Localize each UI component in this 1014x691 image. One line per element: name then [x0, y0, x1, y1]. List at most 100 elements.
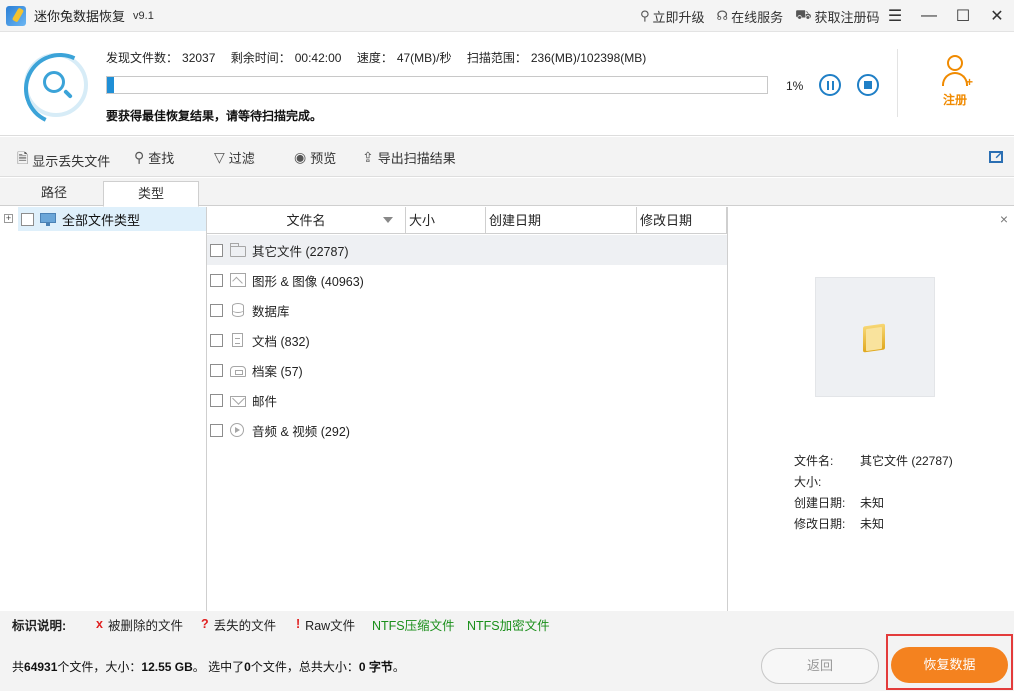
share-arrow: ↗	[994, 148, 1005, 162]
folder-icon	[230, 242, 246, 257]
row-checkbox[interactable]	[210, 273, 223, 287]
tree-checkbox[interactable]	[21, 212, 34, 226]
legend-raw: ! Raw文件	[296, 615, 355, 634]
minimize-button[interactable]: —	[912, 0, 946, 32]
row-checkbox[interactable]	[210, 423, 223, 437]
status-total-size: 12.55 GB	[141, 660, 193, 674]
list-item-label: 文档 (832)	[252, 334, 310, 349]
view-tabs: 路径 类型	[0, 178, 1014, 207]
remaining-label: 剩余时间：	[230, 51, 291, 65]
list-item[interactable]: 档案 (57)	[207, 355, 727, 385]
register-label: 注册	[942, 93, 967, 107]
speed-value: 47(MB)/秒	[396, 51, 452, 65]
found-label: 发现文件数：	[106, 51, 179, 65]
status-bar: 共64931个文件，大小：12.55 GB。 选中了0个文件，总共大小：0 字节…	[0, 634, 1014, 691]
user-add-icon: +	[940, 53, 974, 89]
preview-button[interactable]: ◉ 预览	[294, 148, 336, 167]
tree-expand-toggle[interactable]: +	[4, 214, 13, 223]
online-service-link[interactable]: ☊ 在线服务	[717, 7, 784, 26]
upgrade-link[interactable]: ⚲ 立即升级	[640, 7, 705, 26]
recover-button-highlight: 恢复数据	[886, 634, 1013, 690]
list-item[interactable]: 文档 (832)	[207, 325, 727, 355]
list-item[interactable]: 数据库	[207, 295, 727, 325]
row-checkbox[interactable]	[210, 393, 223, 407]
row-checkbox[interactable]	[210, 243, 223, 257]
preview-close-button[interactable]: ×	[1000, 211, 1008, 227]
preview-info: 文件名: 其它文件 (22787) 大小: 创建日期: 未知 修改日期: 未知	[794, 450, 953, 534]
list-item[interactable]: 其它文件 (22787)	[207, 235, 727, 265]
filter-icon: ▽	[214, 149, 225, 165]
column-size[interactable]: 大小	[406, 207, 486, 234]
list-header: 文件名 大小 创建日期 修改日期	[207, 207, 727, 234]
column-name-label: 文件名	[286, 213, 326, 228]
column-modified[interactable]: 修改日期	[637, 207, 727, 234]
register-button[interactable]: + 注册	[930, 53, 980, 108]
document-icon	[232, 333, 243, 347]
scan-lens	[43, 71, 65, 93]
scan-stats: 发现文件数： 32037 剩余时间： 00:42:00 速度： 47(MB)/秒 扫描…	[106, 49, 658, 66]
remaining-value: 00:42:00	[294, 51, 342, 65]
tab-path[interactable]: 路径	[6, 181, 102, 207]
list-item[interactable]: 邮件	[207, 385, 727, 415]
status-mid1: 个文件，大小：	[57, 660, 142, 674]
pause-button[interactable]	[819, 74, 841, 96]
list-item-label: 其它文件 (22787)	[252, 244, 349, 259]
computer-icon	[40, 212, 56, 226]
window-controls: ☰ — ☐ ✕	[878, 0, 1014, 32]
list-item-label: 图形 & 图像 (40963)	[252, 274, 364, 289]
file-list: 文件名 大小 创建日期 修改日期 其它文件 (22787) 图形 & 图像 (4…	[207, 207, 727, 611]
list-rows: 其它文件 (22787) 图形 & 图像 (40963) 数据库 文档 (832…	[207, 235, 727, 445]
eye-icon: ◉	[294, 149, 307, 165]
plus-icon: +	[966, 75, 974, 89]
column-created[interactable]: 创建日期	[486, 207, 637, 234]
deleted-mark-icon: x	[96, 617, 103, 631]
user-body	[942, 72, 968, 86]
status-mid2: 。 选中了	[192, 660, 245, 674]
title-bar: 迷你兔数据恢复 v9.1 ⚲ 立即升级 ☊ 在线服务 ⛟ 获取注册码 ☰ — ☐…	[0, 0, 1014, 32]
row-checkbox[interactable]	[210, 333, 223, 347]
maximize-button[interactable]: ☐	[946, 0, 980, 32]
mail-icon	[230, 395, 246, 407]
toolbar: 🗎 显示丢失文件 ⚲ 查找 ▽ 过滤 ◉ 预览 ⇪ 导出扫描结果 ↗	[0, 137, 1014, 177]
find-button[interactable]: ⚲ 查找	[134, 148, 174, 167]
list-item-label: 档案 (57)	[252, 364, 303, 379]
row-checkbox[interactable]	[210, 363, 223, 377]
get-code-link[interactable]: ⛟ 获取注册码	[795, 7, 879, 26]
status-summary: 共64931个文件，大小：12.55 GB。 选中了0个文件，总共大小：0 字节…	[12, 658, 405, 675]
find-label: 查找	[148, 151, 175, 166]
preview-modified-value: 未知	[860, 517, 885, 531]
range-value: 236(MB)/102398(MB)	[530, 51, 647, 65]
scan-magnifier-icon	[24, 53, 88, 117]
legend-ntfs-encrypted: NTFS加密文件	[467, 618, 550, 633]
close-button[interactable]: ✕	[980, 0, 1014, 32]
menu-button[interactable]: ☰	[878, 0, 912, 32]
export-results-button[interactable]: ⇪ 导出扫描结果	[362, 148, 456, 167]
file-type-tree: + 全部文件类型	[0, 207, 207, 611]
sort-down-icon	[383, 217, 393, 223]
list-item-label: 邮件	[252, 394, 278, 409]
tab-type[interactable]: 类型	[103, 181, 199, 207]
list-item[interactable]: 图形 & 图像 (40963)	[207, 265, 727, 295]
preview-name-row: 文件名: 其它文件 (22787)	[794, 450, 953, 471]
status-total-count: 64931	[24, 660, 58, 674]
status-selected-size: 0 字节	[358, 660, 393, 674]
app-version: v9.1	[133, 9, 154, 22]
legend-deleted: x 被删除的文件	[96, 615, 183, 634]
media-icon	[230, 423, 244, 437]
app-logo-icon	[6, 5, 26, 26]
cart-icon: ⛟	[795, 7, 812, 22]
preview-name-value: 其它文件 (22787)	[860, 454, 953, 468]
legend-lost-label: 丢失的文件	[213, 618, 277, 633]
list-item[interactable]: 音频 & 视频 (292)	[207, 415, 727, 445]
show-lost-files-button[interactable]: 🗎 显示丢失文件	[17, 148, 110, 172]
tree-item-all-types[interactable]: 全部文件类型	[18, 207, 206, 231]
filter-button[interactable]: ▽ 过滤	[214, 148, 255, 167]
back-button[interactable]: 返回	[761, 648, 879, 684]
row-checkbox[interactable]	[210, 303, 223, 317]
recover-data-button[interactable]: 恢复数据	[891, 647, 1008, 683]
stop-button[interactable]	[857, 74, 879, 96]
preview-modified-row: 修改日期: 未知	[794, 513, 953, 534]
share-icon[interactable]: ↗	[988, 147, 1006, 165]
column-name[interactable]: 文件名	[207, 207, 406, 234]
found-value: 32037	[182, 51, 216, 65]
